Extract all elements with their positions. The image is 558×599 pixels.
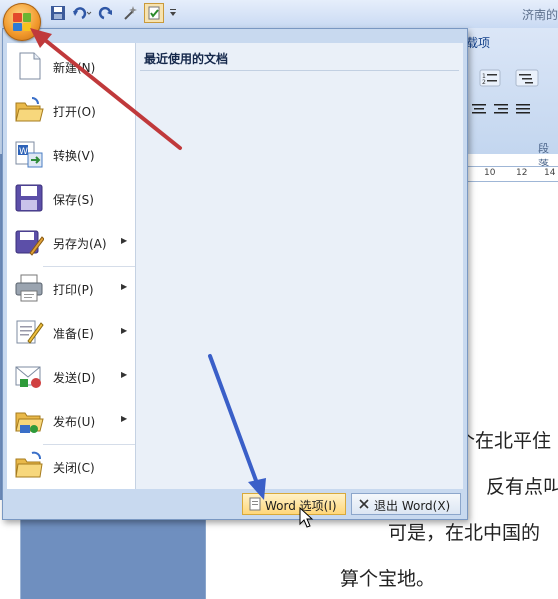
horizontal-ruler[interactable]: 10 12 14 (464, 166, 558, 182)
send-icon (14, 361, 44, 391)
office-menu: 新建(N) 打开(O) W 转换(V) 保存(S) 另存为(A) ▶ 打印(P)… (2, 28, 468, 520)
save-disk-icon (14, 183, 44, 213)
menu-item-prepare[interactable]: 准备(E) ▶ (7, 311, 135, 355)
align-center-icon[interactable] (472, 104, 486, 114)
menu-item-send[interactable]: 发送(D) ▶ (7, 355, 135, 399)
quick-access-toolbar (48, 3, 178, 23)
close-icon (357, 497, 371, 511)
title-bar: 济南的 (0, 0, 558, 29)
menu-item-label: 发布(U) (53, 415, 96, 429)
submenu-arrow-icon: ▶ (121, 282, 128, 291)
ruler-tick-label: 14 (544, 168, 556, 178)
menu-item-close[interactable]: 关闭(C) (7, 445, 135, 489)
menu-item-label: 发送(D) (53, 371, 96, 385)
office-menu-commands: 新建(N) 打开(O) W 转换(V) 保存(S) 另存为(A) ▶ 打印(P)… (7, 43, 136, 489)
customize-toolbar-icon[interactable] (168, 3, 178, 23)
redo-icon[interactable] (96, 3, 116, 23)
document-text-line: 个在北平住 (456, 430, 552, 452)
menu-item-save-as[interactable]: 另存为(A) ▶ (7, 221, 135, 265)
save-icon[interactable] (48, 3, 68, 23)
open-folder-icon (14, 95, 44, 125)
submenu-arrow-icon: ▶ (121, 370, 128, 379)
magic-wand-icon[interactable] (120, 3, 140, 23)
menu-item-convert[interactable]: W 转换(V) (7, 133, 135, 177)
recent-documents-divider (140, 70, 459, 71)
ruler-tick-label: 12 (516, 168, 528, 178)
menu-item-save[interactable]: 保存(S) (7, 177, 135, 221)
undo-icon[interactable] (72, 3, 92, 23)
recent-documents-panel: 最近使用的文档 (136, 43, 463, 489)
prepare-icon (14, 317, 44, 347)
publish-icon (14, 405, 44, 435)
menu-item-label: 新建(N) (53, 61, 96, 75)
save-as-icon (14, 227, 45, 257)
align-right-icon[interactable] (494, 104, 508, 114)
recent-documents-title: 最近使用的文档 (144, 52, 229, 66)
multilevel-list-icon[interactable] (515, 69, 539, 87)
spelling-icon[interactable] (144, 3, 164, 23)
menu-item-label: 打印(P) (53, 283, 94, 297)
tab-addins[interactable]: 载项 (466, 34, 490, 51)
svg-text:W: W (19, 147, 28, 157)
menu-item-publish[interactable]: 发布(U) ▶ (7, 399, 135, 443)
menu-item-label: 保存(S) (53, 193, 94, 207)
menu-item-open[interactable]: 打开(O) (7, 89, 135, 133)
submenu-arrow-icon: ▶ (121, 236, 128, 245)
menu-item-label: 转换(V) (53, 149, 95, 163)
paragraph-group: 1 2 (464, 64, 558, 150)
menu-item-label: 关闭(C) (53, 461, 95, 475)
menu-item-print[interactable]: 打印(P) ▶ (7, 267, 135, 311)
menu-item-new[interactable]: 新建(N) (7, 45, 135, 89)
document-text-line: 可是，在北中国的 (388, 522, 541, 544)
menu-item-label: 另存为(A) (53, 237, 107, 251)
exit-word-button[interactable]: 退出 Word(X) (351, 493, 461, 515)
document-text-line: 算个宝地。 (340, 568, 436, 590)
document-text-line: 反有点叫 (486, 476, 558, 498)
word-options-label: Word 选项(I) (265, 499, 337, 513)
office-logo-icon (13, 13, 31, 31)
window-title: 济南的 (521, 8, 558, 22)
office-menu-footer: Word 选项(I) 退出 Word(X) (3, 490, 467, 519)
word-options-button[interactable]: Word 选项(I) (242, 493, 346, 515)
submenu-arrow-icon: ▶ (121, 326, 128, 335)
printer-icon (14, 273, 44, 303)
office-button[interactable] (3, 3, 41, 41)
exit-word-label: 退出 Word(X) (374, 499, 451, 513)
new-document-icon (14, 51, 44, 81)
numbering-icon[interactable]: 1 2 (479, 69, 501, 87)
convert-icon: W (14, 139, 44, 169)
justify-icon[interactable] (516, 104, 530, 114)
svg-text:2: 2 (482, 79, 486, 86)
submenu-arrow-icon: ▶ (121, 414, 128, 423)
close-folder-icon (14, 451, 44, 481)
ruler-tick-label: 10 (484, 168, 496, 178)
menu-item-label: 打开(O) (53, 105, 96, 119)
options-doc-icon (248, 497, 262, 511)
menu-item-label: 准备(E) (53, 327, 94, 341)
